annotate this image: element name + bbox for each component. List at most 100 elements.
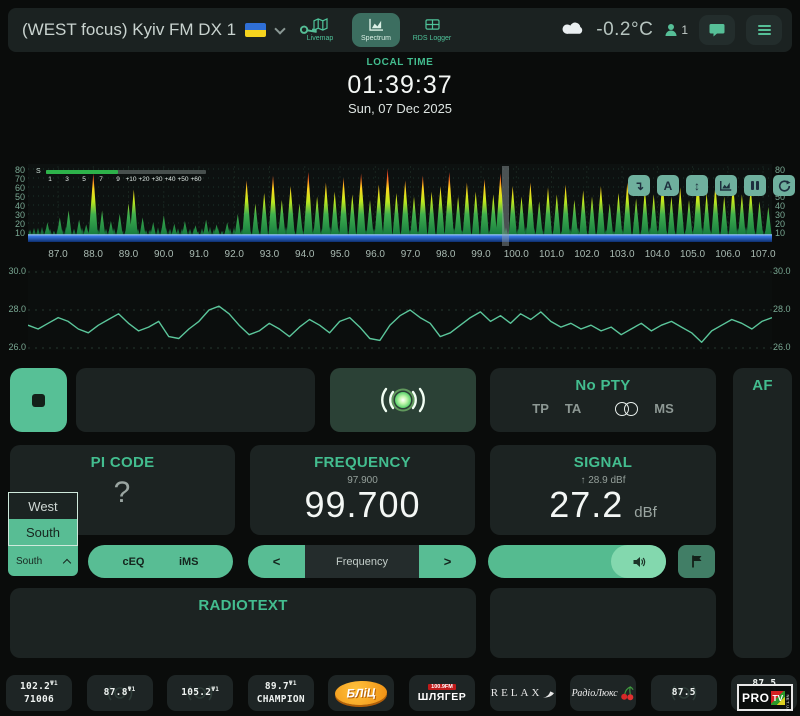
af-panel: AF: [733, 368, 792, 658]
signal-label: SIGNAL: [490, 454, 716, 471]
nav-spectrum[interactable]: Spectrum: [352, 13, 400, 47]
preset-button[interactable]: 102.2Ψ171006: [6, 675, 72, 711]
blitz-logo: БЛіЦ: [335, 680, 388, 706]
ms-flag: MS: [654, 401, 674, 416]
preset-button[interactable]: RELAX: [490, 675, 556, 711]
preset-button[interactable]: 105.2Ψ1: [167, 675, 233, 711]
protv-watermark: PRO TV NET.UA: [737, 684, 793, 711]
antenna-option-south[interactable]: South: [9, 519, 77, 545]
antenna-option-west[interactable]: West: [9, 493, 77, 519]
nav-livemap[interactable]: Livemap: [296, 13, 344, 47]
flag-icon: [691, 555, 703, 568]
frequency-tick: 92.0: [216, 249, 252, 260]
radiotext-panel: RADIOTEXT: [10, 588, 476, 658]
preset-button[interactable]: РадіоЛюкс: [570, 675, 636, 711]
tp-flag: TP: [532, 401, 549, 416]
app-root: (WEST focus) Kyiv FM DX 1 Livemap Spectru…: [0, 0, 800, 716]
frequency-tick: 91.0: [181, 249, 217, 260]
flag-button[interactable]: [678, 545, 715, 578]
local-time-block: LOCAL TIME 01:39:37 Sun, 07 Dec 2025: [0, 57, 800, 117]
frequency-up-button[interactable]: >: [419, 545, 476, 578]
vertical-range-button[interactable]: ↕: [686, 175, 708, 196]
chevron-up-icon: [63, 558, 71, 566]
s-meter-tick: 1: [48, 176, 52, 183]
s-meter-tick: +10: [125, 176, 136, 183]
pi-code-label: PI CODE: [10, 454, 235, 471]
s-meter-tick: +20: [138, 176, 149, 183]
s-meter-tick: 7: [99, 176, 103, 183]
ceq-button[interactable]: cEQ: [122, 556, 144, 568]
preset-button[interactable]: 100.9FMШЛЯГЕР: [409, 675, 475, 711]
frequency-tick: 94.0: [287, 249, 323, 260]
topbar-right: -0.2°C 1: [562, 8, 782, 52]
y-tick: 10: [775, 228, 795, 238]
preset-button[interactable]: 87.8Ψ1: [87, 675, 153, 711]
volume-thumb[interactable]: [611, 545, 666, 578]
antenna-options: West South: [8, 492, 78, 546]
pause-button[interactable]: [744, 175, 766, 196]
s-meter-tick: 9: [116, 176, 120, 183]
frequency-tick: 96.0: [357, 249, 393, 260]
signal-panel: SIGNAL ↑ 28.9 dBf 27.2 dBf: [490, 445, 716, 535]
chat-button[interactable]: [699, 15, 735, 45]
watermark-tv: TV: [771, 691, 785, 705]
signal-y-tick: 26.0: [4, 342, 26, 352]
frequency-tick: 97.0: [393, 249, 429, 260]
graph-mode-button[interactable]: [715, 175, 737, 196]
preset-name: CHAMPION: [257, 694, 305, 706]
livemap-icon: [313, 18, 328, 33]
preset-frequency: 105.2Ψ1: [181, 686, 219, 700]
frequency-tick: 102.0: [569, 249, 605, 260]
nav-rds-logger[interactable]: RDS Logger: [408, 13, 456, 47]
frequency-tick: 88.0: [75, 249, 111, 260]
frequency-tick: 89.0: [111, 249, 147, 260]
server-title: (WEST focus) Kyiv FM DX 1: [22, 20, 236, 40]
spectrum-toolbar: ↴ A ↕: [628, 175, 795, 196]
tuned-frequency-cursor[interactable]: [502, 166, 509, 246]
rds-logger-icon: [425, 18, 440, 33]
antenna-select-control[interactable]: South: [8, 546, 78, 576]
antenna-selected-value: South: [16, 556, 42, 567]
shlyager-logo: 100.9FMШЛЯГЕР: [418, 684, 466, 703]
watermark-pro: PRO: [742, 691, 770, 705]
preset-button[interactable]: 87.5: [651, 675, 717, 711]
signal-y-tick: 28.0: [773, 304, 795, 314]
frequency-stepper: < Frequency >: [248, 545, 476, 578]
frequency-tick: 106.0: [710, 249, 746, 260]
lux-logo: РадіоЛюкс: [572, 686, 635, 701]
frequency-down-button[interactable]: <: [248, 545, 305, 578]
tune-step-select[interactable]: Frequency: [305, 545, 419, 578]
frequency-tick: 100.0: [498, 249, 534, 260]
frequency-label: FREQUENCY: [250, 454, 475, 471]
preset-frequency: 87.8Ψ1: [104, 686, 136, 700]
signal-y-tick: 28.0: [4, 304, 26, 314]
signal-y-tick: 30.0: [773, 266, 795, 276]
radiotext-label: RADIOTEXT: [10, 597, 476, 614]
frequency-value: 99.700: [250, 486, 475, 524]
signal-value: 27.2: [549, 484, 623, 525]
spectrum-label: Spectrum: [361, 35, 391, 42]
preset-frequency: 87.5: [672, 687, 696, 699]
preset-button[interactable]: БЛіЦ: [328, 675, 394, 711]
refresh-button[interactable]: [773, 175, 795, 196]
local-time-label: LOCAL TIME: [0, 57, 800, 70]
s-meter-tick: +30: [151, 176, 162, 183]
main-nav: Livemap Spectrum RDS Logger: [296, 13, 456, 47]
frequency-panel: FREQUENCY 97.900 99.700: [250, 445, 475, 535]
preset-button[interactable]: 89.7Ψ1CHAMPION: [248, 675, 314, 711]
auto-button[interactable]: A: [657, 175, 679, 196]
arrow-turn-down-button[interactable]: ↴: [628, 175, 650, 196]
frequency-tick: 103.0: [604, 249, 640, 260]
local-time-value: 01:39:37: [0, 70, 800, 101]
broadcast-button[interactable]: [330, 368, 476, 432]
stop-button[interactable]: [10, 368, 67, 432]
volume-slider[interactable]: [488, 545, 666, 578]
menu-button[interactable]: [746, 15, 782, 45]
preset-frequency: 89.7Ψ1: [265, 680, 297, 694]
eq-ims-toggle[interactable]: cEQ iMS: [88, 545, 233, 578]
chevron-down-icon[interactable]: [274, 23, 285, 34]
local-date: Sun, 07 Dec 2025: [0, 101, 800, 117]
listener-count: 1: [681, 23, 688, 37]
ims-button[interactable]: iMS: [179, 556, 199, 568]
frequency-tick: 101.0: [534, 249, 570, 260]
